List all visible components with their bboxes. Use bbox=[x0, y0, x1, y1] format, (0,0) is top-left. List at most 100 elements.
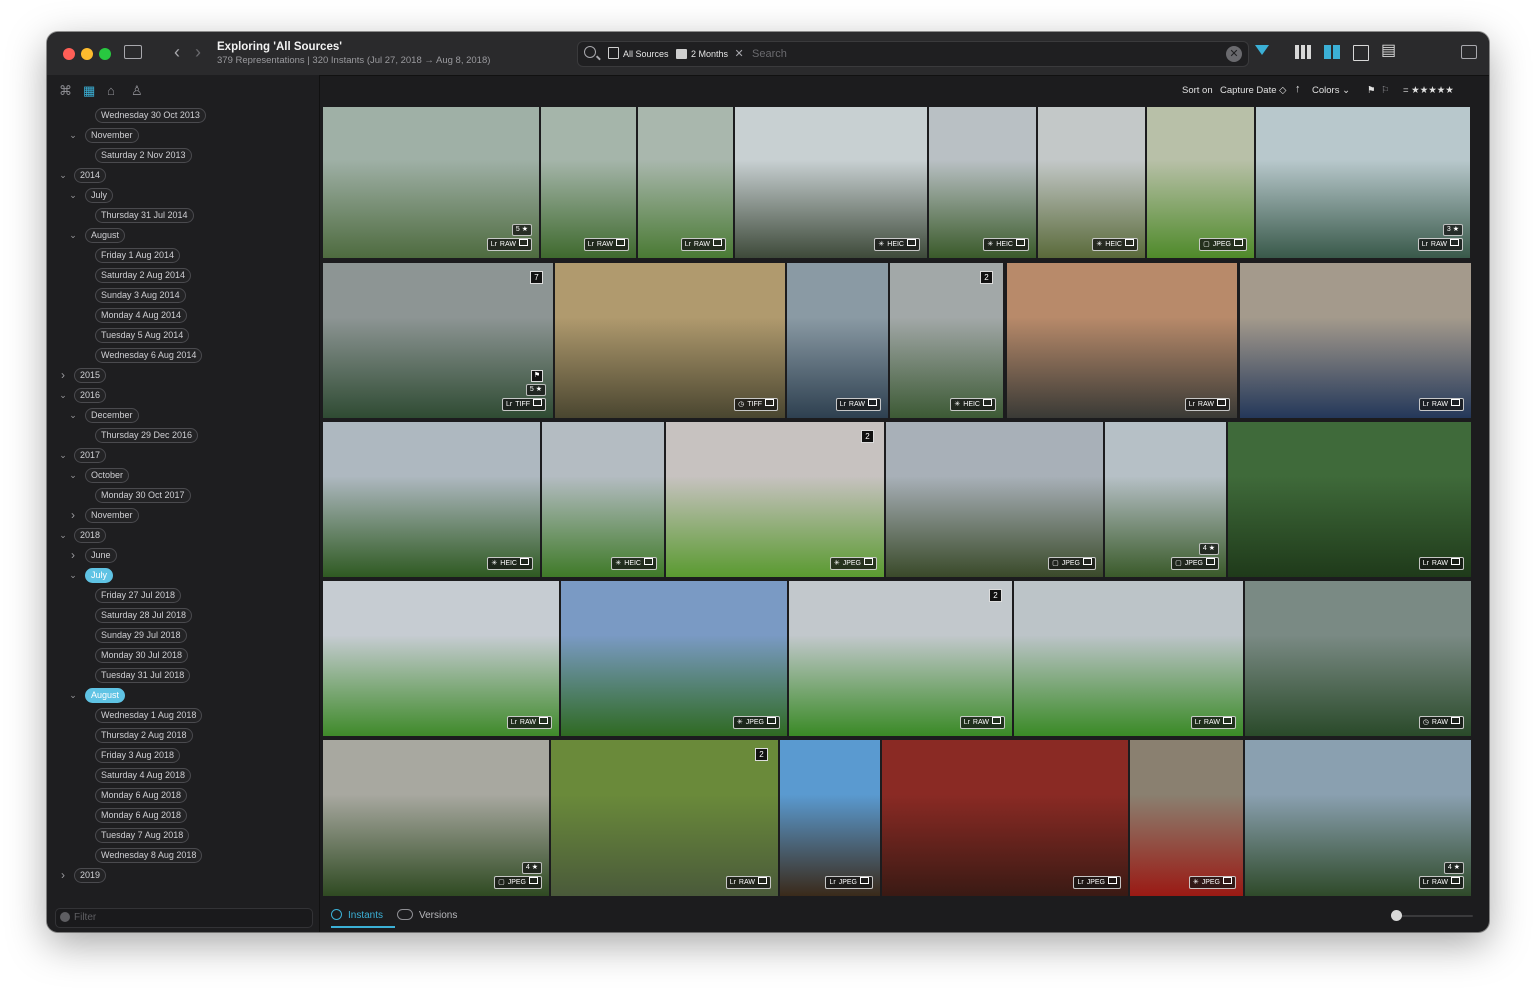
grid-small-icon[interactable] bbox=[1295, 45, 1311, 59]
tree-row[interactable]: Wednesday 1 Aug 2018 bbox=[47, 706, 317, 724]
tree-row[interactable]: Tuesday 5 Aug 2014 bbox=[47, 326, 317, 344]
versions-toggle[interactable]: Versions bbox=[397, 909, 457, 923]
tree-row[interactable]: Friday 1 Aug 2014 bbox=[47, 246, 317, 264]
zoom-window-button[interactable] bbox=[99, 48, 111, 60]
tree-row[interactable]: Wednesday 8 Aug 2018 bbox=[47, 846, 317, 864]
tree-row[interactable]: Sunday 29 Jul 2018 bbox=[47, 626, 317, 644]
sort-direction-button[interactable]: ↑ bbox=[1295, 83, 1301, 95]
tree-row[interactable]: Monday 30 Oct 2017 bbox=[47, 486, 317, 504]
sidebar-toggle-icon[interactable] bbox=[124, 45, 142, 59]
chevron-down-icon[interactable]: ⌄ bbox=[68, 566, 78, 584]
chevron-down-icon[interactable]: ⌄ bbox=[68, 126, 78, 144]
zoom-slider-knob[interactable] bbox=[1391, 910, 1402, 921]
remove-chip-icon[interactable]: ✕ bbox=[735, 48, 744, 60]
tree-row[interactable]: ⌄ 2018 bbox=[47, 526, 317, 544]
photo-thumbnail[interactable]: Lr RAW 4 ★ bbox=[1245, 740, 1471, 896]
person-tab-icon[interactable]: ♙ bbox=[131, 83, 143, 99]
tree-row[interactable]: Tuesday 7 Aug 2018 bbox=[47, 826, 317, 844]
tree-row[interactable]: ⌄ August bbox=[47, 686, 317, 704]
close-window-button[interactable] bbox=[63, 48, 75, 60]
tree-row[interactable]: Monday 6 Aug 2018 bbox=[47, 806, 317, 824]
chevron-down-icon[interactable]: ⌄ bbox=[58, 386, 68, 404]
photo-thumbnail[interactable]: Lr RAW 2 bbox=[551, 740, 778, 896]
chevron-down-icon[interactable]: ⌄ bbox=[68, 406, 78, 424]
chevron-right-icon[interactable]: › bbox=[58, 366, 68, 384]
chevron-down-icon[interactable]: ⌄ bbox=[58, 166, 68, 184]
tree-row[interactable]: Sunday 3 Aug 2014 bbox=[47, 286, 317, 304]
tree-row[interactable]: Thursday 31 Jul 2014 bbox=[47, 206, 317, 224]
back-arrow-icon[interactable]: ‹ bbox=[174, 43, 180, 61]
source-chip[interactable]: All Sources bbox=[608, 46, 669, 62]
photo-thumbnail[interactable]: Lr RAW 5 ★ bbox=[323, 107, 539, 258]
photo-thumbnail[interactable]: Lr JPEG bbox=[882, 740, 1128, 896]
colors-select[interactable]: Colors ⌄ bbox=[1312, 85, 1350, 96]
tree-row[interactable]: ⌄ 2014 bbox=[47, 166, 317, 184]
photo-thumbnail[interactable]: Lr RAW bbox=[787, 263, 888, 418]
calendar-tab-icon[interactable]: ▦ bbox=[83, 83, 95, 99]
chevron-down-icon[interactable]: ⌄ bbox=[68, 686, 78, 704]
photo-thumbnail[interactable]: Lr RAW 2 bbox=[789, 581, 1012, 736]
chevron-down-icon[interactable]: ⌄ bbox=[58, 446, 68, 464]
chevron-down-icon[interactable]: ⌄ bbox=[68, 226, 78, 244]
chevron-down-icon[interactable]: ⌄ bbox=[58, 526, 68, 544]
tree-row[interactable]: Wednesday 6 Aug 2014 bbox=[47, 346, 317, 364]
photo-thumbnail[interactable]: ✳ JPEG bbox=[561, 581, 787, 736]
tree-row[interactable]: Thursday 2 Aug 2018 bbox=[47, 726, 317, 744]
tree-row[interactable]: ⌄ October bbox=[47, 466, 317, 484]
tree-row[interactable]: ⌄ July bbox=[47, 186, 317, 204]
tag-tab-icon[interactable]: ⌂ bbox=[107, 83, 115, 98]
photo-thumbnail[interactable]: Lr RAW 3 ★ bbox=[1256, 107, 1470, 258]
photo-thumbnail[interactable]: ▢ JPEG bbox=[886, 422, 1103, 577]
tree-row[interactable]: Monday 4 Aug 2014 bbox=[47, 306, 317, 324]
filter-field[interactable]: Filter bbox=[55, 908, 313, 928]
tree-row[interactable]: ⌄ 2016 bbox=[47, 386, 317, 404]
photo-thumbnail[interactable]: ✳ HEIC bbox=[1038, 107, 1145, 258]
photo-thumbnail[interactable]: ▢ JPEG 4 ★ bbox=[323, 740, 549, 896]
tree-row[interactable]: ⌄ August bbox=[47, 226, 317, 244]
photo-thumbnail[interactable]: Lr TIFF 5 ★ ⚑ 7 bbox=[323, 263, 553, 418]
photo-thumbnail[interactable]: Lr RAW bbox=[1014, 581, 1243, 736]
tree-row[interactable]: › November bbox=[47, 506, 317, 524]
chevron-down-icon[interactable]: ⌄ bbox=[68, 466, 78, 484]
chevron-right-icon[interactable]: › bbox=[58, 866, 68, 884]
instants-toggle[interactable]: Instants bbox=[331, 909, 383, 923]
tree-row[interactable]: ⌄ 2017 bbox=[47, 446, 317, 464]
flag-filter-icon[interactable]: ⚑ bbox=[1367, 85, 1376, 96]
tree-row[interactable]: Tuesday 31 Jul 2018 bbox=[47, 666, 317, 684]
tree-row[interactable]: Monday 6 Aug 2018 bbox=[47, 786, 317, 804]
tree-row[interactable]: Friday 27 Jul 2018 bbox=[47, 586, 317, 604]
photo-thumbnail[interactable]: Lr RAW bbox=[1228, 422, 1471, 577]
tree-row[interactable]: ⌄ July bbox=[47, 566, 317, 584]
chevron-down-icon[interactable]: ⌄ bbox=[68, 186, 78, 204]
tree-row[interactable]: Monday 30 Jul 2018 bbox=[47, 646, 317, 664]
search-bar[interactable]: All Sources 2 Months ✕ Search ✕ bbox=[577, 41, 1249, 67]
photo-thumbnail[interactable]: Lr RAW bbox=[1240, 263, 1471, 418]
zoom-slider-track[interactable] bbox=[1393, 915, 1473, 917]
chevron-right-icon[interactable]: › bbox=[68, 546, 78, 564]
tree-row[interactable]: Thursday 29 Dec 2016 bbox=[47, 426, 317, 444]
tree-row[interactable]: Saturday 2 Aug 2014 bbox=[47, 266, 317, 284]
photo-thumbnail[interactable]: ✳ HEIC bbox=[735, 107, 927, 258]
tree-row[interactable]: Wednesday 30 Oct 2013 bbox=[47, 106, 317, 124]
chevron-right-icon[interactable]: › bbox=[68, 506, 78, 524]
filter-funnel-icon[interactable] bbox=[1255, 45, 1269, 55]
hierarchy-tab-icon[interactable]: ⌘ bbox=[59, 83, 72, 99]
single-view-icon[interactable] bbox=[1353, 45, 1369, 61]
photo-thumbnail[interactable]: ▢ JPEG bbox=[1147, 107, 1254, 258]
minimize-window-button[interactable] bbox=[81, 48, 93, 60]
tree-row[interactable]: Friday 3 Aug 2018 bbox=[47, 746, 317, 764]
photo-thumbnail[interactable]: ◷ TIFF bbox=[555, 263, 785, 418]
search-input[interactable]: Search bbox=[752, 46, 787, 62]
tree-row[interactable]: › June bbox=[47, 546, 317, 564]
tree-row[interactable]: ⌄ November bbox=[47, 126, 317, 144]
photo-thumbnail[interactable]: Lr RAW bbox=[541, 107, 636, 258]
photo-thumbnail[interactable]: Lr JPEG bbox=[780, 740, 880, 896]
tree-row[interactable]: › 2015 bbox=[47, 366, 317, 384]
inspector-toggle-icon[interactable] bbox=[1461, 45, 1477, 59]
sort-field-select[interactable]: Capture Date ◇ bbox=[1220, 85, 1286, 96]
photo-thumbnail[interactable]: Lr RAW bbox=[638, 107, 733, 258]
photo-thumbnail[interactable]: ✳ HEIC 2 bbox=[890, 263, 1003, 418]
tree-row[interactable]: Saturday 4 Aug 2018 bbox=[47, 766, 317, 784]
photo-thumbnail[interactable]: ◷ RAW bbox=[1245, 581, 1471, 736]
photo-thumbnail[interactable]: Lr RAW bbox=[323, 581, 559, 736]
